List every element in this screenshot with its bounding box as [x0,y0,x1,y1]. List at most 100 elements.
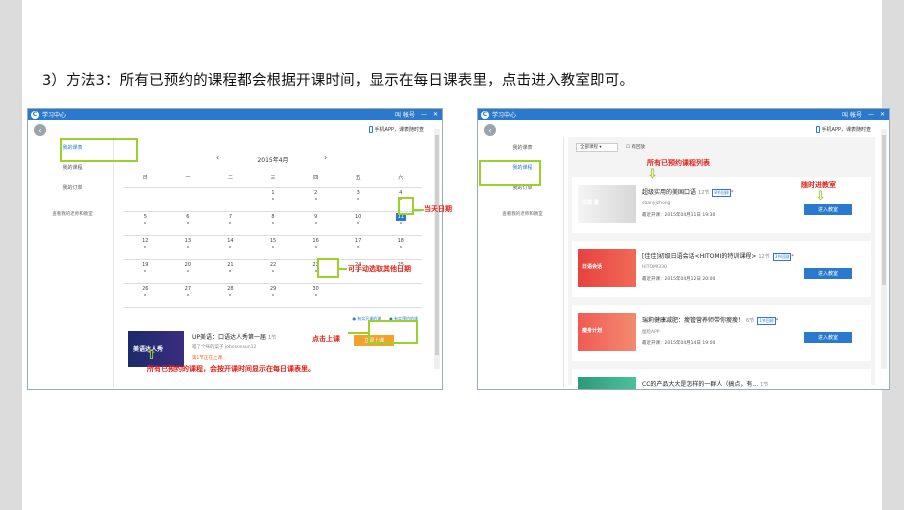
course-thumbnail: CC的产品大大 [578,377,636,389]
calendar-day[interactable]: 8 [252,212,295,235]
calendar-day-number: 29 [269,285,277,292]
user-account[interactable]: 叫 帐号 [395,110,415,119]
phone-app-link[interactable]: 手机APP，课表随时查 [815,126,871,133]
calendar-day-number: 5 [143,213,147,220]
calendar-week: 12 13 14 15 16 17 18 [124,236,422,260]
enter-classroom-button[interactable]: 进入教室 [804,204,852,215]
calendar-day[interactable]: 13 [167,236,210,259]
calendar-day[interactable]: 26 [124,284,167,307]
annotation-box-today [398,197,414,215]
weekday-label: 三 [270,175,276,181]
close-button[interactable]: ✕ [880,111,885,118]
course-filter-select[interactable]: 全部课程 ▾ [576,143,618,152]
calendar-week: 5 6 7 8 9 10 11 [124,212,422,236]
annotation-click-class: 点击上课 [312,335,340,343]
calendar-day-number: 15 [269,237,277,244]
calendar-week: 1 2 3 4 [124,188,422,212]
calendar-day[interactable]: 12 [124,236,167,259]
calendar-day [167,188,210,211]
calendar-day[interactable]: 20 [167,260,210,283]
course-next-time: 最近开课：2015年04月14日 19:00 [642,341,716,346]
course-title[interactable]: CC的产品大大是怎样的一群人（搞点，有... 1节 [642,379,768,388]
course-list-item: 日语会话 [佳佳]初级日语会话<HITOMI的特训课程> 12节 3节回顾 * HITOM… [572,241,871,297]
user-account[interactable]: 叫 帐号 [842,110,862,119]
annotation-today: 当天日期 [424,205,452,213]
enter-classroom-button[interactable]: 进入教室 [804,268,852,279]
calendar-day-number: 8 [271,213,275,220]
calendar-day-number: 13 [184,237,192,244]
new-star-icon: * [730,190,734,196]
calendar-day[interactable]: 7 [209,212,252,235]
window-title: 学习中心 [492,112,517,119]
calendar-day[interactable]: 10 [337,212,380,235]
calendar-day[interactable]: 9 [294,212,337,235]
calendar-day[interactable]: 18 [379,236,422,259]
course-title[interactable]: 超级实用的美国口语 12节 8节回顾 * [642,187,733,197]
annotation-line [414,209,424,211]
course-teacher: sbanyjzhong [642,201,671,206]
title-bar: C 学习中心 叫 帐号 — ✕ [478,109,889,120]
scrollbar[interactable] [434,129,440,369]
sidebar-item-orders[interactable]: 我的订单 [32,177,113,197]
calendar-day-number: 28 [227,285,234,292]
course-status: 第1节正在上课... [192,356,227,361]
window-title: 学习中心 [42,112,67,119]
close-button[interactable]: ✕ [433,111,438,118]
course-title[interactable]: [佳佳]初级日语会话<HITOMI的特训课程> 12节 3节回顾 * [642,251,794,261]
calendar-day[interactable]: 14 [209,236,252,259]
calendar-day[interactable]: 1 [252,188,295,211]
calendar-day[interactable]: 29 [252,284,295,307]
sidebar-link-teachers[interactable]: 查看我的老师和教室 [32,211,113,217]
phone-app-link[interactable]: 手机APP，课表随时查 [368,126,424,133]
calendar-day[interactable]: 17 [337,236,380,259]
back-arrow-icon[interactable]: ‹ [34,124,46,136]
course-thumbnail: 去菜 霜 [578,185,636,223]
calendar-day-number: 6 [186,213,190,220]
calendar-day[interactable]: 19 [124,260,167,283]
course-list-item: CC的产品大大CC的产品大大是怎样的一群人（搞点，有...1节ChrisChen [572,369,871,389]
replay-checkbox[interactable]: ☐ 有回放 [626,144,645,150]
new-star-icon: * [791,254,794,260]
calendar-day[interactable]: 15 [252,236,295,259]
calendar-day[interactable]: 21 [209,260,252,283]
calendar-day[interactable]: 28 [209,284,252,307]
calendar-day[interactable]: 30 [294,284,337,307]
calendar-day-number: 19 [142,261,149,268]
weekday-label: 六 [398,175,404,181]
enter-classroom-button[interactable]: 进入教室 [804,332,852,343]
calendar-day-number: 22 [269,261,277,268]
new-star-icon: * [775,318,779,324]
course-next-time: 最近开课：2015年04月11日 19:30 [642,213,716,218]
annotation-box-courses [479,160,541,186]
sidebar-item-schedule[interactable]: 我的课表 [482,137,563,157]
weekday-label: 四 [313,175,319,181]
course-title[interactable]: 瑞莉健康减肥：瘦管营养师带你瘦瘦！ 6节 1节回顾 * [642,315,778,325]
weekday-label: 日 [142,175,148,181]
calendar-day[interactable]: 22 [252,260,295,283]
next-month-button[interactable]: › [324,153,327,162]
calendar-panel: ‹ 2015年4月 › 日一二三四五六 1 2 3 4 5 6 7 8 9 10 11 12 13 14 1… [118,137,428,385]
course-title[interactable]: UP美语：口语达人秀第一届 1节 [192,332,276,341]
course-thumbnail: 日语会话 [578,249,636,287]
calendar-day[interactable]: 3 [337,188,380,211]
calendar-day[interactable]: 2 [294,188,337,211]
calendar-day-number: 27 [184,285,192,292]
back-arrow-icon[interactable]: ‹ [484,124,496,136]
sidebar-link-teachers[interactable]: 查看我的老师和教室 [482,211,563,217]
calendar-day[interactable]: 16 [294,236,337,259]
calendar-day[interactable]: 6 [167,212,210,235]
calendar-week: 26 27 28 29 30 [124,284,422,308]
phone-icon [815,126,820,133]
calendar-day[interactable]: 5 [124,212,167,235]
calendar-day-number: 16 [312,237,319,244]
calendar-day [209,188,252,211]
calendar-day-number: 17 [354,237,362,244]
scrollbar[interactable] [881,129,887,369]
arrow-down-icon: ⇩ [647,167,658,182]
course-list-item: 瘦身计划 瑞莉健康减肥：瘦管营养师带你瘦瘦！ 6节 1节回顾 * 瘦脸APP 最近开课：20… [572,305,871,361]
calendar-day[interactable]: 27 [167,284,210,307]
course-thumbnail: 瘦身计划 [578,313,636,351]
minimize-button[interactable]: — [421,111,427,118]
weekday-label: 五 [355,175,361,181]
minimize-button[interactable]: — [868,111,874,118]
